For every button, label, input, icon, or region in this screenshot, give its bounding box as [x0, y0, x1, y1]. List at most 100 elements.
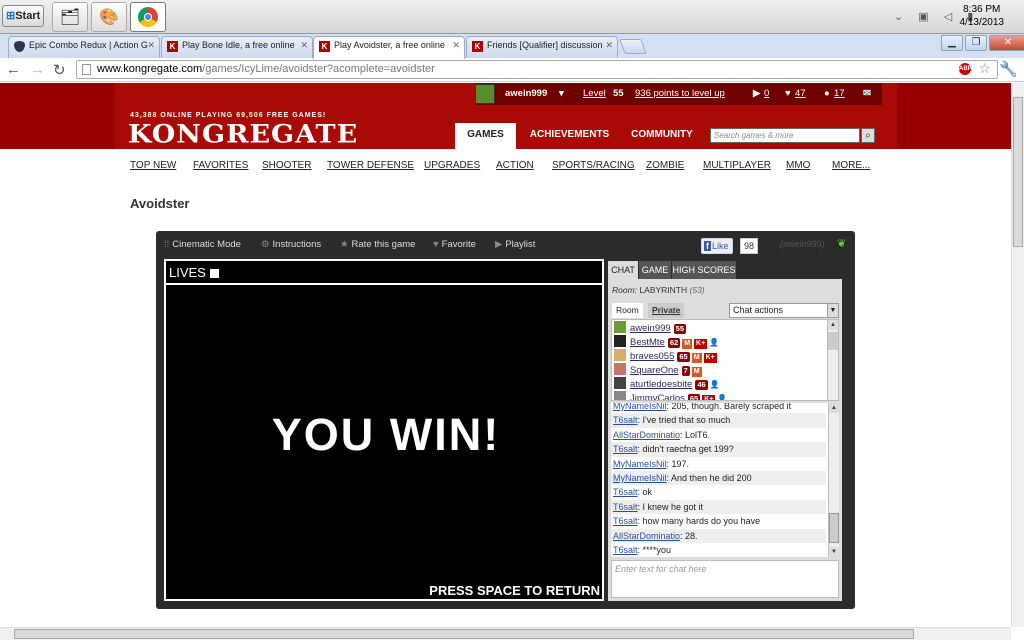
scroll-thumb[interactable]: [14, 629, 914, 639]
wrench-menu-icon[interactable]: 🔧: [999, 60, 1018, 78]
user-name[interactable]: awein999: [630, 323, 671, 334]
message-author[interactable]: MyNameIsNil: [613, 403, 667, 411]
facebook-icon: f: [704, 241, 711, 251]
close-icon[interactable]: ✕: [147, 40, 155, 51]
user-name[interactable]: aturtledoesbite: [630, 379, 692, 390]
tab-private[interactable]: Private: [648, 303, 685, 318]
close-icon[interactable]: ✕: [605, 40, 613, 51]
points-to-level[interactable]: 936 points to level up: [635, 83, 725, 105]
close-icon[interactable]: ✕: [452, 40, 460, 51]
user-name[interactable]: BestMte: [630, 337, 665, 348]
page-vertical-scrollbar[interactable]: [1011, 83, 1024, 627]
user-name[interactable]: braves055: [630, 351, 674, 362]
message-author[interactable]: T6salt: [613, 545, 638, 555]
chevron-down-icon[interactable]: ▾: [559, 83, 564, 105]
scroll-thumb[interactable]: [828, 332, 838, 350]
list-item[interactable]: awein999 55: [614, 321, 687, 335]
cinematic-mode-button[interactable]: ⁞⁞ Cinematic Mode: [164, 239, 241, 250]
message-author[interactable]: T6salt: [613, 415, 638, 425]
maximize-button[interactable]: ❐: [965, 35, 987, 51]
close-icon[interactable]: ✕: [300, 40, 308, 51]
bookmark-star-icon[interactable]: ☆: [978, 60, 991, 77]
window-close-button[interactable]: ✕: [989, 35, 1024, 51]
message-author[interactable]: T6salt: [613, 516, 638, 526]
browser-tab-active[interactable]: K Play Avoidster, a free online ✕: [313, 36, 465, 59]
message-author[interactable]: T6salt: [613, 502, 638, 512]
friends-count[interactable]: 17: [834, 83, 845, 105]
game-screen[interactable]: LIVES YOU WIN! PRESS SPACE TO RETURN: [164, 259, 604, 601]
minimize-button[interactable]: ▁: [941, 35, 963, 51]
message-author[interactable]: AllStarDominatio: [613, 531, 680, 541]
message-author[interactable]: T6salt: [613, 444, 638, 454]
tab-game[interactable]: GAME: [639, 261, 671, 279]
list-item[interactable]: BestMte 62 M K+ 👤: [614, 335, 719, 349]
rate-button[interactable]: ★ Rate this game: [340, 239, 415, 250]
scroll-up-icon[interactable]: ▲: [829, 403, 839, 413]
plays-count[interactable]: 0: [764, 83, 769, 105]
instructions-button[interactable]: ⚙ Instructions: [261, 239, 321, 250]
level-label[interactable]: Level: [583, 83, 606, 105]
message-author[interactable]: MyNameIsNil: [613, 459, 667, 469]
games-label: FREE GAMES!: [266, 112, 327, 119]
scroll-thumb[interactable]: [1013, 97, 1023, 247]
back-arrow-icon[interactable]: ←: [6, 61, 21, 78]
chat-scrollbar[interactable]: ▲ ▼: [828, 403, 839, 557]
tab-high-scores[interactable]: HIGH SCORES: [672, 261, 736, 279]
user-name[interactable]: JimmyCarlos: [630, 393, 685, 400]
search-icon[interactable]: ⌕: [861, 128, 875, 143]
list-item[interactable]: JimmyCarlos 65 K+ 👤: [614, 391, 727, 400]
list-item[interactable]: braves055 65 M K+: [614, 349, 717, 363]
category-link[interactable]: ZOMBIE: [646, 160, 684, 171]
browser-tab[interactable]: K Play Bone Idle, a free online ✕: [161, 36, 313, 58]
address-bar[interactable]: www.kongregate.com/games/IcyLime/avoidst…: [76, 60, 998, 79]
forward-arrow-icon[interactable]: →: [30, 61, 45, 78]
tab-games[interactable]: GAMES: [455, 123, 516, 149]
list-item[interactable]: SquareOne 7 M: [614, 363, 702, 377]
mail-icon[interactable]: ✉: [863, 83, 871, 105]
favorite-button[interactable]: ♥ Favorite: [433, 239, 476, 250]
category-link[interactable]: TOP NEW: [130, 160, 176, 171]
start-button[interactable]: ⊞Start: [2, 5, 44, 27]
category-link[interactable]: UPGRADES: [424, 160, 480, 171]
browser-tab[interactable]: K Friends [Qualifier] discussion ✕: [466, 36, 618, 58]
clock[interactable]: 8:36 PM 4/13/2013: [960, 3, 1005, 29]
category-link[interactable]: TOWER DEFENSE: [327, 160, 414, 171]
scroll-thumb[interactable]: [829, 513, 839, 543]
user-list-scrollbar[interactable]: ▲: [827, 320, 838, 400]
message-author[interactable]: T6salt: [613, 487, 638, 497]
user-name[interactable]: SquareOne: [630, 365, 679, 376]
tab-community[interactable]: COMMUNITY: [623, 123, 701, 149]
kongregate-logo[interactable]: KONGREGATE: [128, 120, 358, 149]
category-link[interactable]: MORE...: [832, 160, 870, 171]
message-author[interactable]: MyNameIsNil: [613, 473, 667, 483]
search-input[interactable]: Search games & more: [710, 128, 860, 143]
list-item[interactable]: aturtledoesbite 46 👤: [614, 377, 720, 391]
reload-icon[interactable]: ↻: [53, 61, 66, 79]
chat-actions-select[interactable]: Chat actions ▼: [729, 303, 839, 318]
scroll-up-icon[interactable]: ▲: [828, 320, 838, 330]
adblock-icon[interactable]: ABP: [959, 63, 972, 75]
page-horizontal-scrollbar[interactable]: [0, 627, 1011, 640]
tab-room[interactable]: Room: [612, 303, 643, 318]
scroll-down-icon[interactable]: ▼: [829, 547, 839, 557]
likes-count[interactable]: 47: [795, 83, 806, 105]
avatar[interactable]: [475, 84, 495, 104]
category-link[interactable]: ACTION: [496, 160, 534, 171]
facebook-like-button[interactable]: f Like: [701, 238, 733, 254]
browser-tab[interactable]: Epic Combo Redux | Action G ✕: [8, 36, 160, 58]
file-explorer-icon[interactable]: 🗂: [52, 2, 88, 32]
chat-input[interactable]: Enter text for chat here: [611, 560, 839, 598]
category-link[interactable]: FAVORITES: [193, 160, 248, 171]
username[interactable]: awein999: [505, 83, 547, 105]
message-author[interactable]: AllStarDominatio: [613, 430, 680, 440]
tab-achievements[interactable]: ACHIEVEMENTS: [521, 123, 618, 149]
category-link[interactable]: SHOOTER: [262, 160, 311, 171]
category-link[interactable]: MULTIPLAYER: [703, 160, 771, 171]
playlist-button[interactable]: ▶ Playlist: [495, 239, 535, 250]
category-link[interactable]: SPORTS/RACING: [552, 160, 635, 171]
new-tab-button[interactable]: [619, 39, 647, 54]
paint-icon[interactable]: 🎨: [91, 2, 127, 32]
chrome-icon[interactable]: [130, 2, 166, 32]
category-link[interactable]: MMO: [786, 160, 810, 171]
tab-chat[interactable]: CHAT: [608, 261, 638, 279]
